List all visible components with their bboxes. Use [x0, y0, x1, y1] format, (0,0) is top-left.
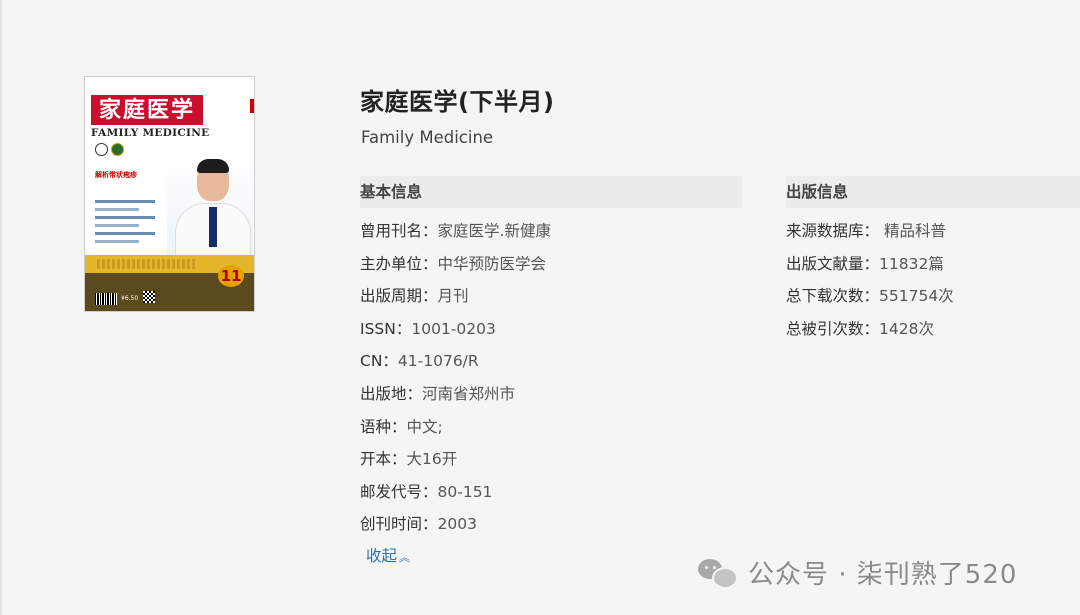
info-row-frequency: 出版周期：月刊 — [360, 287, 469, 306]
cover-top-strip — [85, 77, 254, 97]
collapse-link[interactable]: 收起 ︽ — [366, 544, 410, 566]
association-logo-icon — [95, 143, 108, 156]
wechat-icon — [696, 555, 738, 589]
cover-doctor-hair — [197, 159, 229, 173]
basic-info-heading: 基本信息 — [360, 176, 742, 208]
cover-price: ¥6.50 — [121, 295, 139, 302]
wechat-watermark: 公众号 · 柒刊熟了520 — [696, 552, 1017, 592]
info-row-article-count: 出版文献量：11832篇 — [786, 254, 944, 273]
left-divider — [0, 0, 2, 615]
collapse-label: 收起 — [366, 547, 398, 565]
qr-code-icon — [143, 291, 155, 303]
cover-en-title: FAMILY MEDICINE — [91, 127, 210, 139]
journal-english-title: Family Medicine — [361, 128, 494, 147]
watermark-text: 公众号 · 柒刊熟了520 — [748, 559, 1018, 590]
double-chevron-up-icon: ︽ — [399, 551, 411, 564]
pub-info-heading: 出版信息 — [786, 176, 1080, 208]
journal-title: 家庭医学(下半月) — [360, 88, 555, 116]
basic-info-list: 曾用刊名：家庭医学.新健康 主办单位：中华预防医学会 出版周期：月刊 ISSN：… — [360, 215, 551, 541]
emblem-logo-icon — [111, 143, 124, 156]
info-row-place: 出版地：河南省郑州市 — [360, 384, 516, 403]
cover-issue-number: 11 — [218, 265, 244, 287]
info-row-format: 开本：大16开 — [360, 450, 458, 469]
cover-doctor-tie — [209, 207, 217, 247]
info-row-sponsor: 主办单位：中华预防医学会 — [360, 254, 547, 273]
cover-cn-title: 家庭医学 — [91, 95, 203, 125]
cover-side-text — [209, 101, 249, 141]
journal-cover-image[interactable]: 家庭医学 FAMILY MEDICINE 解析带状疱疹 11 ¥6.50 — [84, 76, 255, 312]
info-row-source-db: 来源数据库： 精品科普 — [786, 222, 946, 240]
cover-band-text — [97, 259, 197, 269]
cover-red-bar — [250, 99, 254, 113]
cover-contents-lines — [95, 195, 161, 248]
info-row-citations: 总被引次数：1428次 — [786, 319, 934, 338]
info-row-founded: 创刊时间：2003 — [360, 515, 477, 534]
pub-info-list: 来源数据库： 精品科普 出版文献量：11832篇 总下载次数：551754次 总… — [786, 215, 954, 345]
info-row-language: 语种：中文; — [360, 417, 443, 436]
cover-logos — [95, 141, 127, 160]
info-row-cn: CN：41-1076/R — [360, 352, 479, 371]
info-row-former-name: 曾用刊名：家庭医学.新健康 — [360, 222, 551, 240]
barcode-icon — [95, 293, 117, 305]
info-row-downloads: 总下载次数：551754次 — [786, 287, 954, 306]
cover-headline: 解析带状疱疹 — [95, 171, 137, 179]
info-row-issn: ISSN：1001-0203 — [360, 319, 496, 338]
info-row-postal-code: 邮发代号：80-151 — [360, 482, 493, 501]
